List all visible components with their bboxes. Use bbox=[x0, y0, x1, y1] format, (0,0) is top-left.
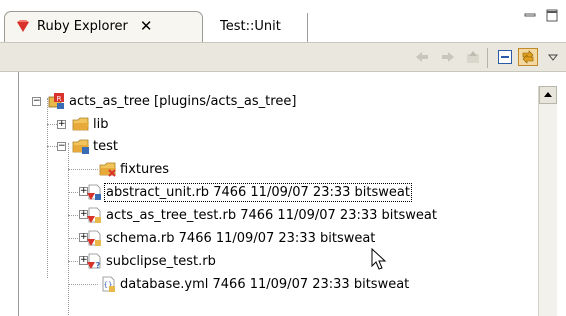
svg-text:?: ? bbox=[96, 261, 101, 270]
collapse-toggle[interactable]: − bbox=[32, 97, 41, 106]
tree-connector bbox=[47, 98, 48, 278]
tree-item-file[interactable]: schema.rb 7466 11/09/07 23:33 bitsweat bbox=[85, 227, 375, 249]
mouse-cursor-icon bbox=[371, 248, 387, 270]
tree-item-file-label: abstract_unit.rb 7466 11/09/07 23:33 bit… bbox=[104, 182, 412, 202]
link-with-editor-button[interactable] bbox=[518, 48, 538, 66]
tree-item-file[interactable]: abstract_unit.rb 7466 11/09/07 23:33 bit… bbox=[85, 181, 412, 203]
tree-connector bbox=[68, 169, 98, 170]
link-editor-icon bbox=[522, 50, 534, 64]
project-tree: − R acts_as_tree [plugins/acts_as_tree] … bbox=[18, 72, 539, 316]
forward-button[interactable] bbox=[438, 48, 458, 66]
tab-test-unit-label: Test::Unit bbox=[220, 19, 281, 34]
folder-icon bbox=[72, 117, 89, 131]
collapse-toggle[interactable]: − bbox=[57, 142, 66, 151]
folder-icon bbox=[72, 139, 89, 154]
view-menu-icon bbox=[547, 54, 559, 61]
vertical-scrollbar[interactable] bbox=[538, 86, 557, 316]
ruby-file-icon bbox=[87, 207, 101, 223]
tree-item-root[interactable]: R acts_as_tree [plugins/acts_as_tree] bbox=[48, 90, 296, 112]
tree-item-file[interactable]: ? subclipse_test.rb bbox=[85, 250, 216, 272]
tree-item-fixtures[interactable]: fixtures bbox=[99, 158, 169, 180]
up-button[interactable] bbox=[463, 48, 483, 66]
collapse-all-button[interactable] bbox=[495, 48, 515, 66]
tree-item-test[interactable]: test bbox=[72, 135, 118, 157]
tree-item-file-label: database.yml 7466 11/09/07 23:33 bitswea… bbox=[120, 276, 410, 292]
tree-item-file-label: acts_as_tree_test.rb 7466 11/09/07 23:33… bbox=[106, 207, 437, 223]
view-menu-button[interactable] bbox=[545, 48, 561, 66]
ruby-file-icon: ? bbox=[87, 253, 101, 270]
tab-bar: Ruby Explorer ✕ Test::Unit bbox=[0, 0, 566, 42]
chevron-up-icon bbox=[544, 92, 552, 97]
back-button[interactable] bbox=[412, 48, 432, 66]
scroll-up-button[interactable] bbox=[539, 86, 557, 104]
minimize-icon[interactable] bbox=[523, 8, 537, 22]
folder-icon bbox=[99, 162, 116, 177]
ruby-file-icon bbox=[87, 230, 101, 246]
tree-connector bbox=[68, 284, 98, 285]
yaml-file-icon: {} bbox=[102, 276, 115, 292]
collapse-all-icon bbox=[498, 50, 512, 64]
close-icon[interactable]: ✕ bbox=[140, 18, 153, 34]
tab-ruby-explorer[interactable]: Ruby Explorer ✕ bbox=[4, 11, 203, 42]
tree-item-lib[interactable]: lib bbox=[72, 113, 108, 135]
tree-item-file-label: schema.rb 7466 11/09/07 23:33 bitsweat bbox=[106, 230, 376, 246]
forward-arrow-icon bbox=[442, 52, 454, 62]
maximize-icon[interactable] bbox=[545, 8, 559, 22]
tree-item-file-label: subclipse_test.rb bbox=[106, 253, 216, 269]
tree-item-file[interactable]: {} database.yml 7466 11/09/07 23:33 bits… bbox=[99, 273, 409, 295]
tree-item-file[interactable]: acts_as_tree_test.rb 7466 11/09/07 23:33… bbox=[85, 204, 437, 226]
expand-toggle[interactable]: + bbox=[57, 120, 66, 129]
up-folder-icon bbox=[467, 51, 479, 63]
tree-item-root-label: acts_as_tree [plugins/acts_as_tree] bbox=[69, 93, 297, 109]
tab-test-unit[interactable]: Test::Unit bbox=[208, 13, 308, 42]
view-toolbar bbox=[0, 42, 566, 72]
svg-text:R: R bbox=[57, 95, 62, 103]
tree-item-fixtures-label: fixtures bbox=[120, 161, 170, 177]
ruby-gem-icon bbox=[17, 20, 29, 32]
tree-item-lib-label: lib bbox=[93, 116, 109, 132]
project-icon: R bbox=[48, 93, 64, 109]
toolbar-separator bbox=[487, 48, 488, 68]
tree-item-test-label: test bbox=[93, 138, 118, 154]
tab-ruby-explorer-label: Ruby Explorer bbox=[37, 18, 128, 34]
back-arrow-icon bbox=[416, 52, 428, 62]
ruby-file-icon bbox=[87, 184, 101, 200]
